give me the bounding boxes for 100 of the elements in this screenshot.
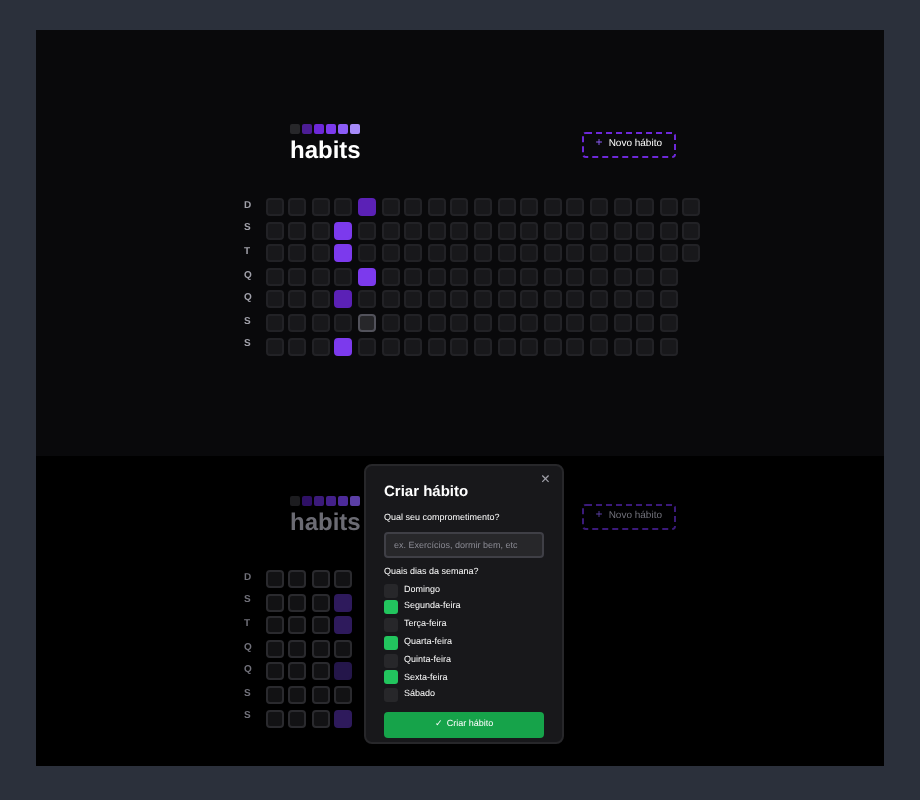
habit-cell[interactable]	[450, 244, 469, 263]
habit-cell[interactable]	[497, 267, 516, 286]
habit-cell[interactable]	[613, 267, 631, 286]
habit-cell[interactable]	[357, 290, 376, 309]
habit-cell[interactable]	[659, 313, 678, 332]
habit-cell[interactable]	[334, 616, 353, 635]
habit-cell[interactable]	[311, 662, 330, 681]
close-button[interactable]: ×	[540, 472, 550, 488]
habit-cell[interactable]	[520, 290, 539, 309]
habit-cell[interactable]	[288, 593, 307, 612]
habit-cell[interactable]	[404, 267, 423, 286]
habit-cell[interactable]	[427, 221, 446, 240]
habit-cell[interactable]	[265, 570, 284, 588]
habit-cell[interactable]	[381, 313, 400, 332]
habit-cell[interactable]	[497, 244, 516, 263]
checkbox[interactable]	[384, 635, 398, 650]
habit-cell[interactable]	[636, 313, 655, 332]
habit-cell[interactable]	[589, 198, 608, 216]
habit-cell[interactable]	[265, 639, 284, 658]
checkbox[interactable]	[384, 600, 398, 615]
habit-cell[interactable]	[357, 313, 376, 332]
habit-cell[interactable]	[450, 267, 469, 286]
habit-cell[interactable]	[497, 290, 516, 309]
habit-cell[interactable]	[613, 313, 631, 332]
habit-cell[interactable]	[404, 337, 423, 356]
habit-cell[interactable]	[265, 662, 284, 681]
habit-cell[interactable]	[334, 570, 353, 588]
habit-cell[interactable]	[589, 244, 608, 263]
habit-cell[interactable]	[311, 593, 330, 612]
habit-cell[interactable]	[659, 198, 678, 216]
habit-cell[interactable]	[311, 198, 330, 216]
habit-cell[interactable]	[613, 198, 631, 216]
habit-cell[interactable]	[357, 198, 376, 216]
habit-cell[interactable]	[473, 267, 492, 286]
habit-cell[interactable]	[288, 709, 307, 728]
habit-cell[interactable]	[497, 337, 516, 356]
habit-cell[interactable]	[265, 313, 284, 332]
habit-cell[interactable]	[311, 221, 330, 240]
habit-cell[interactable]	[334, 244, 353, 263]
habit-cell[interactable]	[311, 709, 330, 728]
habit-cell[interactable]	[381, 221, 400, 240]
habit-cell[interactable]	[311, 570, 330, 588]
habit-cell[interactable]	[288, 221, 307, 240]
habit-cell[interactable]	[473, 244, 492, 263]
habit-cell[interactable]	[613, 244, 631, 263]
habit-cell[interactable]	[288, 616, 307, 635]
habit-cell[interactable]	[450, 221, 469, 240]
habit-cell[interactable]	[311, 337, 330, 356]
habit-cell[interactable]	[636, 267, 655, 286]
habit-cell[interactable]	[404, 290, 423, 309]
habit-cell[interactable]	[404, 221, 423, 240]
habit-cell[interactable]	[288, 570, 307, 588]
habit-cell[interactable]	[659, 337, 678, 356]
habit-cell[interactable]	[311, 290, 330, 309]
habit-cell[interactable]	[357, 221, 376, 240]
habit-cell[interactable]	[427, 337, 446, 356]
habit-cell[interactable]	[381, 337, 400, 356]
habit-cell[interactable]	[659, 290, 678, 309]
habit-cell[interactable]	[520, 267, 539, 286]
habit-cell[interactable]	[497, 313, 516, 332]
habit-cell[interactable]	[566, 244, 585, 263]
habit-cell[interactable]	[265, 198, 284, 216]
habit-cell[interactable]	[520, 221, 539, 240]
habit-cell[interactable]	[682, 244, 701, 263]
habit-cell[interactable]	[288, 313, 307, 332]
habit-cell[interactable]	[381, 290, 400, 309]
habit-cell[interactable]	[613, 337, 631, 356]
habit-cell[interactable]	[288, 662, 307, 681]
habit-cell[interactable]	[288, 198, 307, 216]
habit-cell[interactable]	[334, 709, 353, 728]
habit-cell[interactable]	[566, 313, 585, 332]
habit-cell[interactable]	[473, 313, 492, 332]
habit-cell[interactable]	[543, 198, 562, 216]
habit-cell[interactable]	[450, 337, 469, 356]
habit-cell[interactable]	[381, 198, 400, 216]
habit-cell[interactable]	[265, 221, 284, 240]
habit-cell[interactable]	[404, 244, 423, 263]
habit-cell[interactable]	[473, 337, 492, 356]
habit-cell[interactable]	[311, 639, 330, 658]
habit-cell[interactable]	[265, 709, 284, 728]
habit-cell[interactable]	[288, 685, 307, 704]
habit-cell[interactable]	[288, 267, 307, 286]
habit-cell[interactable]	[543, 313, 562, 332]
habit-cell[interactable]	[682, 198, 701, 216]
checkbox[interactable]	[384, 670, 398, 685]
habit-cell[interactable]	[613, 221, 631, 240]
habit-cell[interactable]	[497, 198, 516, 216]
habit-cell[interactable]	[334, 639, 353, 658]
habit-cell[interactable]	[543, 267, 562, 286]
habit-cell[interactable]	[311, 267, 330, 286]
habit-cell[interactable]	[589, 313, 608, 332]
habit-cell[interactable]	[566, 290, 585, 309]
habit-cell[interactable]	[288, 639, 307, 658]
habit-cell[interactable]	[265, 244, 284, 263]
habit-cell[interactable]	[473, 198, 492, 216]
habit-cell[interactable]	[311, 313, 330, 332]
habit-cell[interactable]	[473, 221, 492, 240]
habit-cell[interactable]	[636, 221, 655, 240]
habit-cell[interactable]	[288, 290, 307, 309]
habit-cell[interactable]	[288, 337, 307, 356]
